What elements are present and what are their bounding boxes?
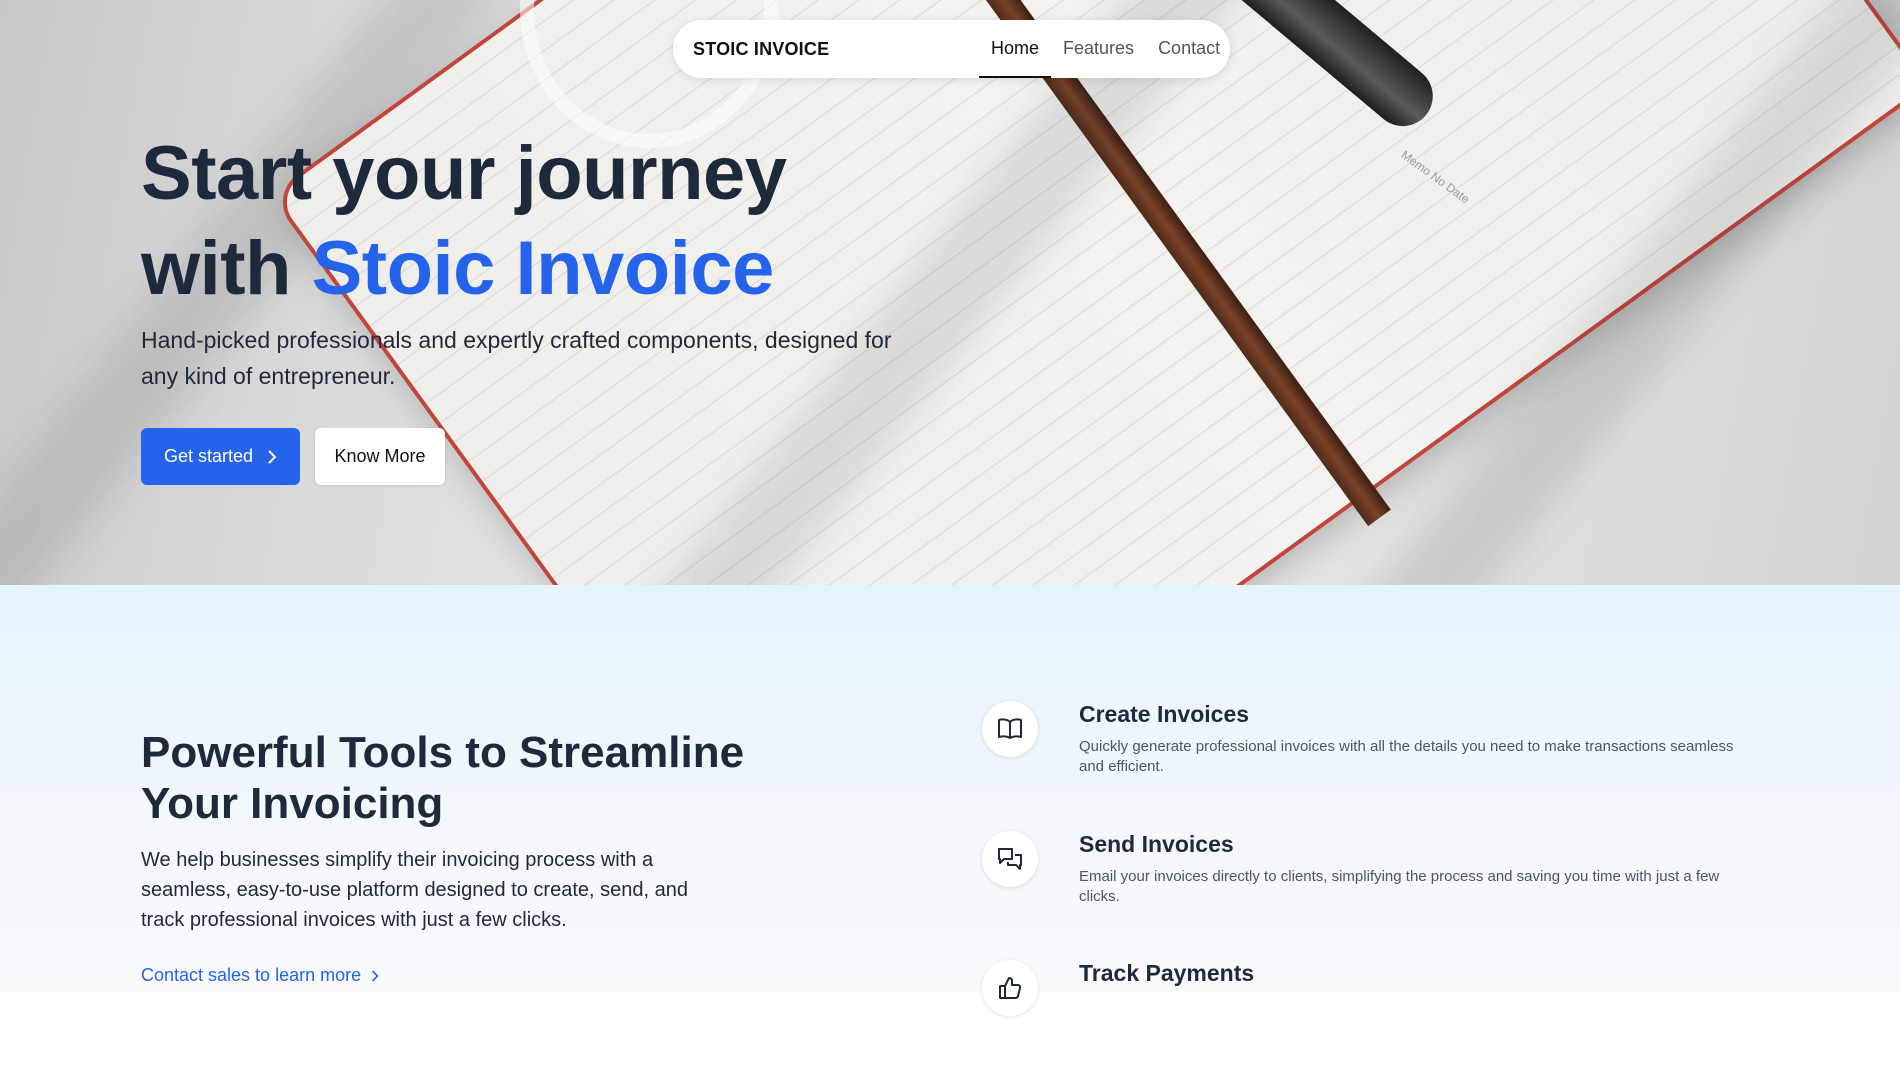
nav-link-features[interactable]: Features: [1051, 20, 1146, 78]
features-title: Powerful Tools to Streamline Your Invoic…: [141, 728, 745, 828]
feature-text: Quickly generate professional invoices w…: [1079, 738, 1734, 775]
get-started-button[interactable]: Get started: [141, 428, 300, 485]
brand-logo[interactable]: STOIC INVOICE: [693, 39, 829, 60]
feature-track-payments: Track Payments: [982, 960, 1742, 1070]
chevron-right-icon: [372, 969, 379, 982]
hero-title-accent: Stoic Invoice: [311, 226, 775, 311]
feature-text: Email your invoices directly to clients,…: [1079, 868, 1720, 905]
feature-title: Send Invoices: [1079, 831, 1234, 857]
know-more-button[interactable]: Know More: [315, 428, 445, 485]
features-description: We help businesses simplify their invoic…: [141, 849, 688, 931]
nav-links: Home Features Contact: [979, 20, 1232, 78]
feature-send-invoices: Send Invoices Email your invoices direct…: [982, 831, 1742, 941]
get-started-label: Get started: [163, 446, 254, 466]
features-section: Powerful Tools to Streamline Your Invoic…: [0, 585, 1900, 1016]
hero-title: Start your journey with Stoic Invoice: [141, 126, 787, 316]
chevron-right-icon: [268, 449, 277, 464]
top-nav: STOIC INVOICE Home Features Contact: [673, 20, 1230, 78]
feature-title: Track Payments: [1079, 960, 1255, 986]
chat-bubbles-icon: [982, 831, 1038, 887]
nav-link-contact[interactable]: Contact: [1146, 20, 1232, 78]
feature-create-invoices: Create Invoices Quickly generate profess…: [982, 701, 1742, 811]
book-open-icon: [982, 701, 1038, 757]
contact-sales-link[interactable]: Contact sales to learn more: [141, 965, 379, 986]
contact-sales-label: Contact sales to learn more: [141, 965, 362, 985]
thumbs-up-icon: [982, 960, 1038, 1016]
hero-title-line1: Start your journey: [141, 131, 787, 216]
hero-subtitle: Hand-picked professionals and expertly c…: [141, 327, 892, 389]
hero-section: Memo No Date Start your journey with Sto…: [0, 0, 1900, 585]
feature-title: Create Invoices: [1079, 701, 1250, 727]
nav-link-home[interactable]: Home: [979, 20, 1052, 78]
hero-title-prefix: with: [141, 226, 312, 311]
